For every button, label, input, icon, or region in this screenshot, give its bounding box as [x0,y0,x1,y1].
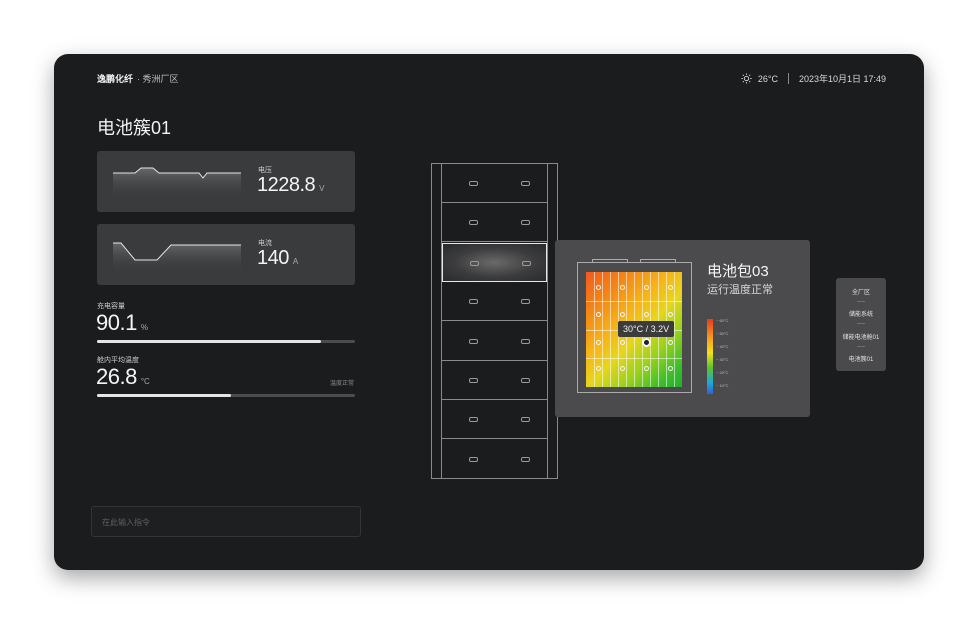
connector-icon [469,181,478,186]
cell-probe[interactable] [619,284,625,290]
cell-probe[interactable] [667,365,673,371]
connector-icon [469,338,478,344]
connector-icon [521,456,530,462]
command-input[interactable]: 在此输入指令 [91,506,361,537]
legend-tick: ~ 30°C [716,357,729,362]
voltage-value: 1228.8 V [257,174,325,196]
breadcrumb: 全厂区 储能系统 储能电池舱01 电池簇01 [836,278,886,371]
cell-gridline [586,358,682,360]
breadcrumb-item[interactable]: 储能系统 [836,309,886,318]
cabin-temp-unit: °C [140,377,150,386]
legend-tick: ~ 20°C [716,370,729,375]
connector-icon [521,378,530,383]
battery-pack-slot[interactable] [442,440,547,479]
legend-tick: ~ 10°C [716,383,729,388]
connector-icon [521,338,530,344]
breadcrumb-item[interactable]: 电池簇01 [836,354,886,363]
voltage-card[interactable]: 电压 1228.8 V [97,151,355,212]
battery-pack-slot[interactable] [442,242,547,282]
breadcrumb-divider [857,301,865,302]
cell-probe[interactable] [619,311,625,317]
rack-rail-right [547,163,548,479]
capacity-progress-fill [97,340,322,343]
cabin-temp-progress-fill [97,394,232,397]
cabin-temp-progress [97,394,355,397]
status-bar: 26°C 2023年10月1日 17:49 [741,72,886,85]
current-card[interactable]: 电流 140 A [97,224,355,285]
connector-icon [469,417,478,423]
breadcrumb-item[interactable]: 储能电池舱01 [836,332,886,341]
cell-probe[interactable] [619,339,625,345]
capacity-value: 90.1% [96,310,148,335]
current-sparkline [113,242,241,274]
connector-icon [521,181,530,186]
legend-tick: ~ 50°C [716,331,729,336]
connector-icon [521,299,530,305]
cabin-temp-status: 温度正常 [330,381,355,387]
cabin-temp-value: 26.8 °C [96,364,150,389]
temperature-legend [707,319,713,394]
cell-probe[interactable] [595,365,601,371]
breadcrumb-divider [857,346,865,347]
selected-cell-probe[interactable] [641,337,651,347]
connector-icon [469,299,478,305]
datetime: 2023年10月1日 17:49 [798,74,886,84]
battery-pack-slot[interactable] [442,282,547,322]
battery-pack-slot[interactable] [442,322,547,361]
cell-probe[interactable] [643,284,649,290]
cell-probe[interactable] [595,311,601,317]
voltage-unit: V [319,184,325,193]
cell-probe[interactable] [595,339,601,345]
cell-probe[interactable] [643,365,649,371]
cell-probe[interactable] [619,365,625,371]
divider [787,73,789,84]
cell-tooltip: 30°C / 3.2V [618,321,675,337]
connector-icon [522,260,531,266]
battery-pack-slot[interactable] [442,164,547,203]
pack-name: 电池包03 [707,263,769,280]
legend-tick: ~ 60°C [716,318,729,323]
cell-gridline [586,300,682,302]
connector-icon [469,456,478,462]
cell-probe[interactable] [643,311,649,317]
brand: 逸鹏化纤 · 秀洲厂区 [97,72,179,85]
connector-icon [521,220,530,226]
cell-probe[interactable] [667,284,673,290]
connector-icon [521,417,530,423]
capacity-unit: % [140,323,148,332]
cell-probe[interactable] [667,339,673,345]
pack-state: 运行温度正常 [707,284,773,296]
battery-pack-slot[interactable] [442,361,547,400]
temperature-readout: 26°C [757,73,778,84]
brand-site: · 秀洲厂区 [137,74,179,84]
breadcrumb-item[interactable]: 全厂区 [836,287,886,296]
cell-probe[interactable] [667,311,673,317]
legend-tick: ~ 40°C [716,344,729,349]
connector-icon [469,378,478,383]
cell-probe[interactable] [595,284,601,290]
page-title: 电池簇01 [97,118,172,138]
current-unit: A [292,257,299,266]
capacity-progress [97,340,355,343]
breadcrumb-divider [857,323,865,324]
app-window: 逸鹏化纤· 秀洲厂区 26°C 2023年10月1日 17:49 电池簇01 [54,54,924,570]
battery-pack-slot[interactable] [442,400,547,440]
connector-icon [469,220,478,226]
sun-icon [741,73,752,84]
connector-icon [470,260,479,266]
current-value: 140 A [257,247,299,269]
voltage-sparkline [113,167,241,201]
brand-name: 逸鹏化纤 [97,74,134,84]
battery-pack-slot[interactable] [442,203,547,243]
pack-detail-panel: 30°C / 3.2V 电池包03 运行温度正常 ~ 60°C ~ 50°C ~… [555,240,810,417]
